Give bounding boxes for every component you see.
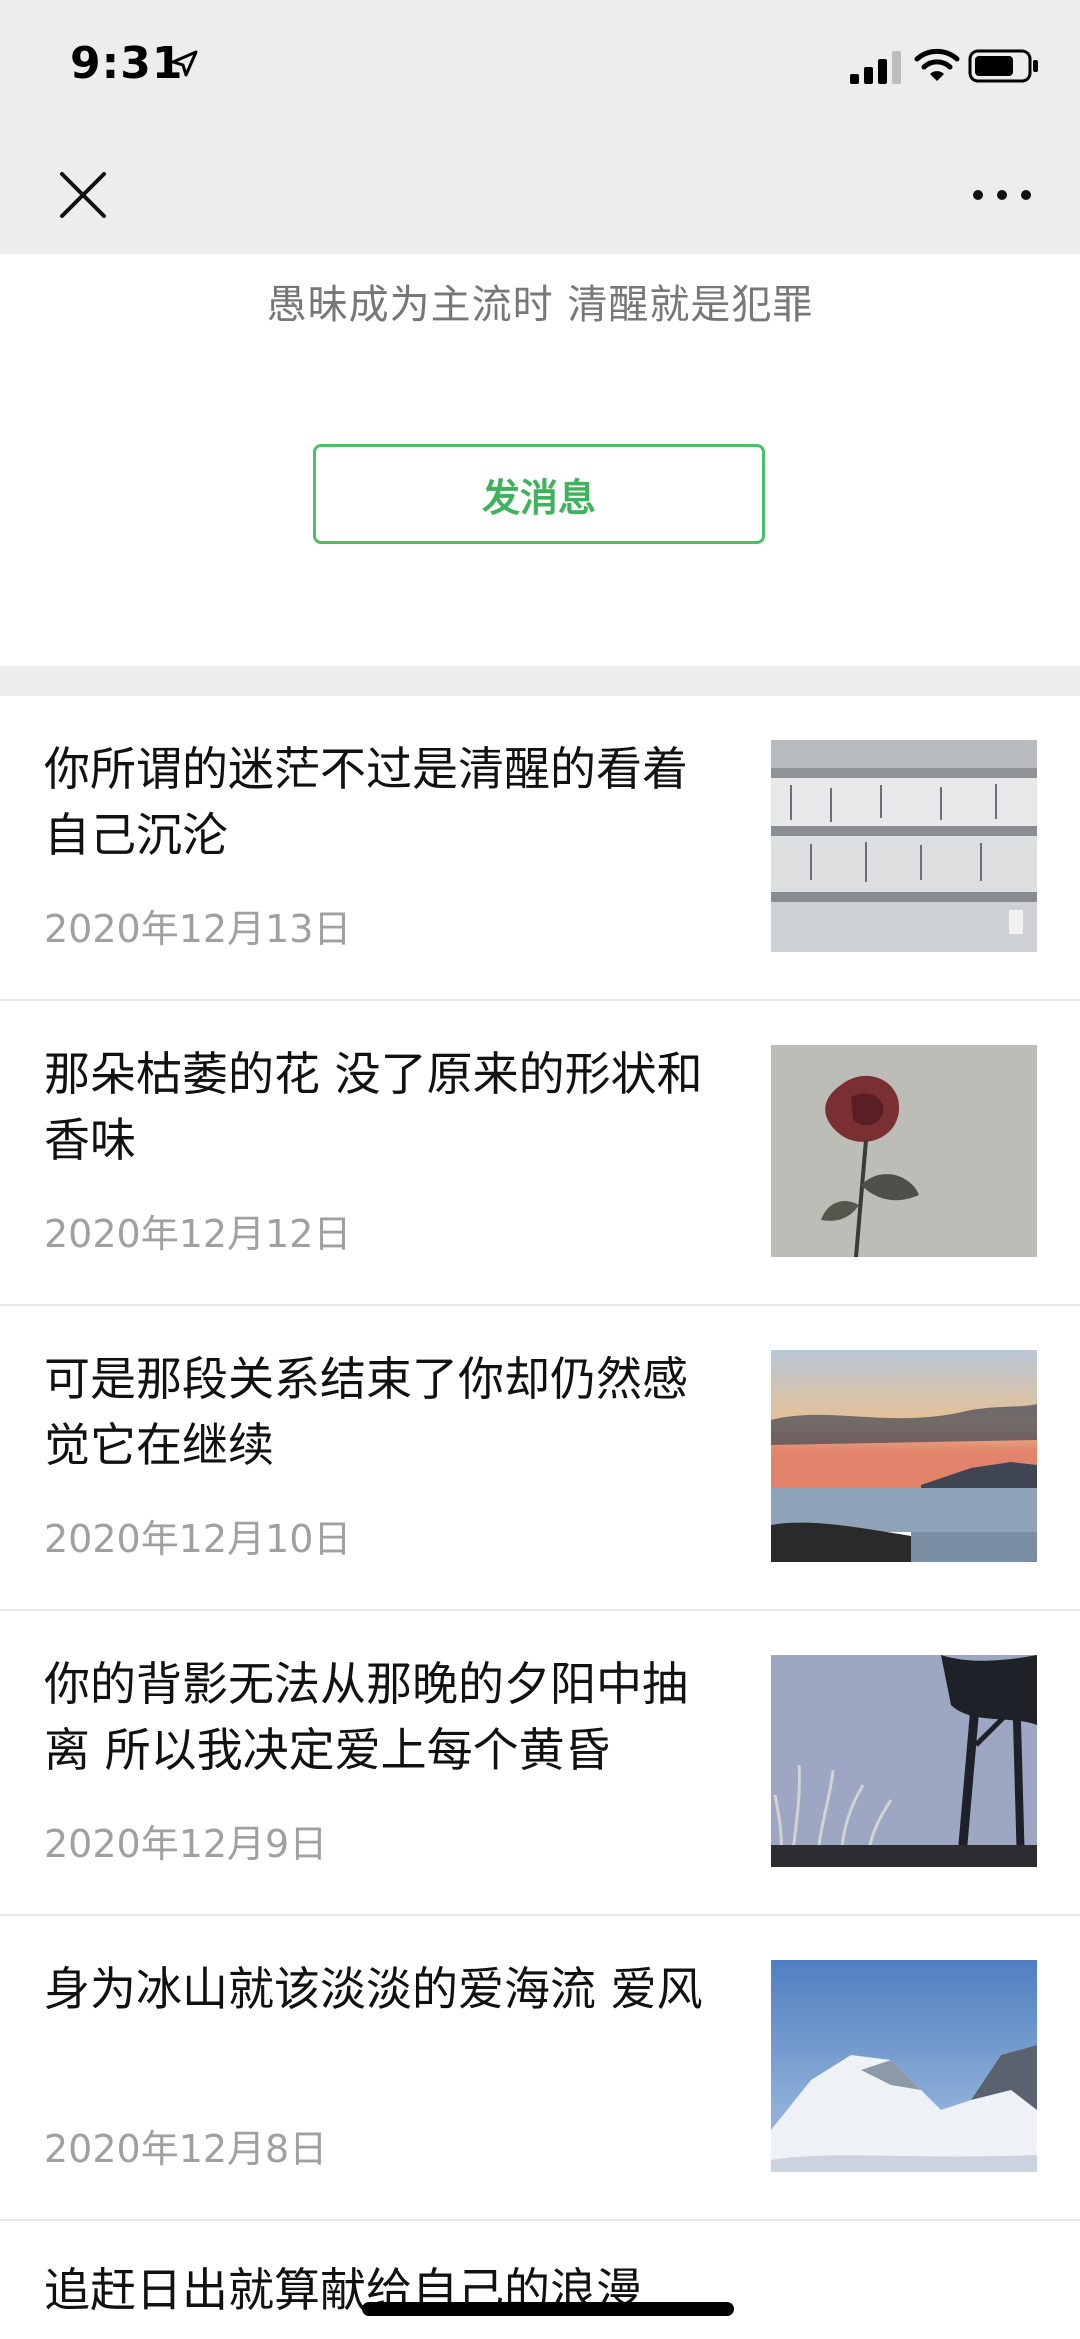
article-title: 那朵枯萎的花 没了原来的形状和香味 <box>44 1047 703 1167</box>
article-date: 2020年12月13日 <box>44 907 352 951</box>
article-date: 2020年12月10日 <box>44 1517 352 1561</box>
article-item[interactable]: 身为冰山就该淡淡的爱海流 爱风 2020年12月8日 <box>0 1916 1080 2221</box>
profile-signature: 愚昧成为主流时 清醒就是犯罪 <box>266 282 814 328</box>
article-item[interactable]: 那朵枯萎的花 没了原来的形状和香味 2020年12月12日 <box>0 1001 1080 1306</box>
battery-icon <box>968 49 1038 83</box>
tree-silhouette-thumbnail <box>771 1655 1037 1867</box>
cellular-signal-icon <box>850 51 901 84</box>
article-item[interactable]: 你所谓的迷茫不过是清醒的看着自己沉沦 2020年12月13日 <box>0 696 1080 1001</box>
profile-header: 愚昧成为主流时 清醒就是犯罪 发消息 <box>0 254 1080 666</box>
rose-thumbnail <box>771 1045 1037 1257</box>
status-bar: 9:31 <box>0 0 1080 130</box>
location-arrow-icon <box>171 50 198 77</box>
article-list: 你所谓的迷茫不过是清醒的看着自己沉沦 2020年12月13日 那朵枯萎的花 没了… <box>0 696 1080 2221</box>
more-options-icon[interactable] <box>966 170 1038 220</box>
shelves-thumbnail <box>771 740 1037 952</box>
send-message-button[interactable]: 发消息 <box>313 444 765 544</box>
status-time: 9:31 <box>70 38 184 89</box>
article-date: 2020年12月12日 <box>44 1212 352 1256</box>
article-date: 2020年12月9日 <box>44 1822 328 1866</box>
article-item[interactable]: 可是那段关系结束了你却仍然感觉它在继续 2020年12月10日 <box>0 1306 1080 1611</box>
home-indicator[interactable] <box>362 2302 734 2316</box>
section-divider <box>0 666 1080 696</box>
snow-mountain-thumbnail <box>771 1960 1037 2172</box>
article-item[interactable]: 你的背影无法从那晚的夕阳中抽离 所以我决定爱上每个黄昏 2020年12月9日 <box>0 1611 1080 1916</box>
article-title: 你所谓的迷茫不过是清醒的看着自己沉沦 <box>44 742 688 862</box>
wifi-icon <box>914 48 960 81</box>
close-icon[interactable] <box>48 160 118 230</box>
article-date: 2020年12月8日 <box>44 2127 328 2171</box>
article-title: 你的背影无法从那晚的夕阳中抽离 所以我决定爱上每个黄昏 <box>44 1657 688 1777</box>
article-title: 身为冰山就该淡淡的爱海流 爱风 <box>44 1962 703 2016</box>
sunset-sea-thumbnail <box>771 1350 1037 1562</box>
article-title: 可是那段关系结束了你却仍然感觉它在继续 <box>44 1352 688 1472</box>
nav-bar <box>0 130 1080 254</box>
